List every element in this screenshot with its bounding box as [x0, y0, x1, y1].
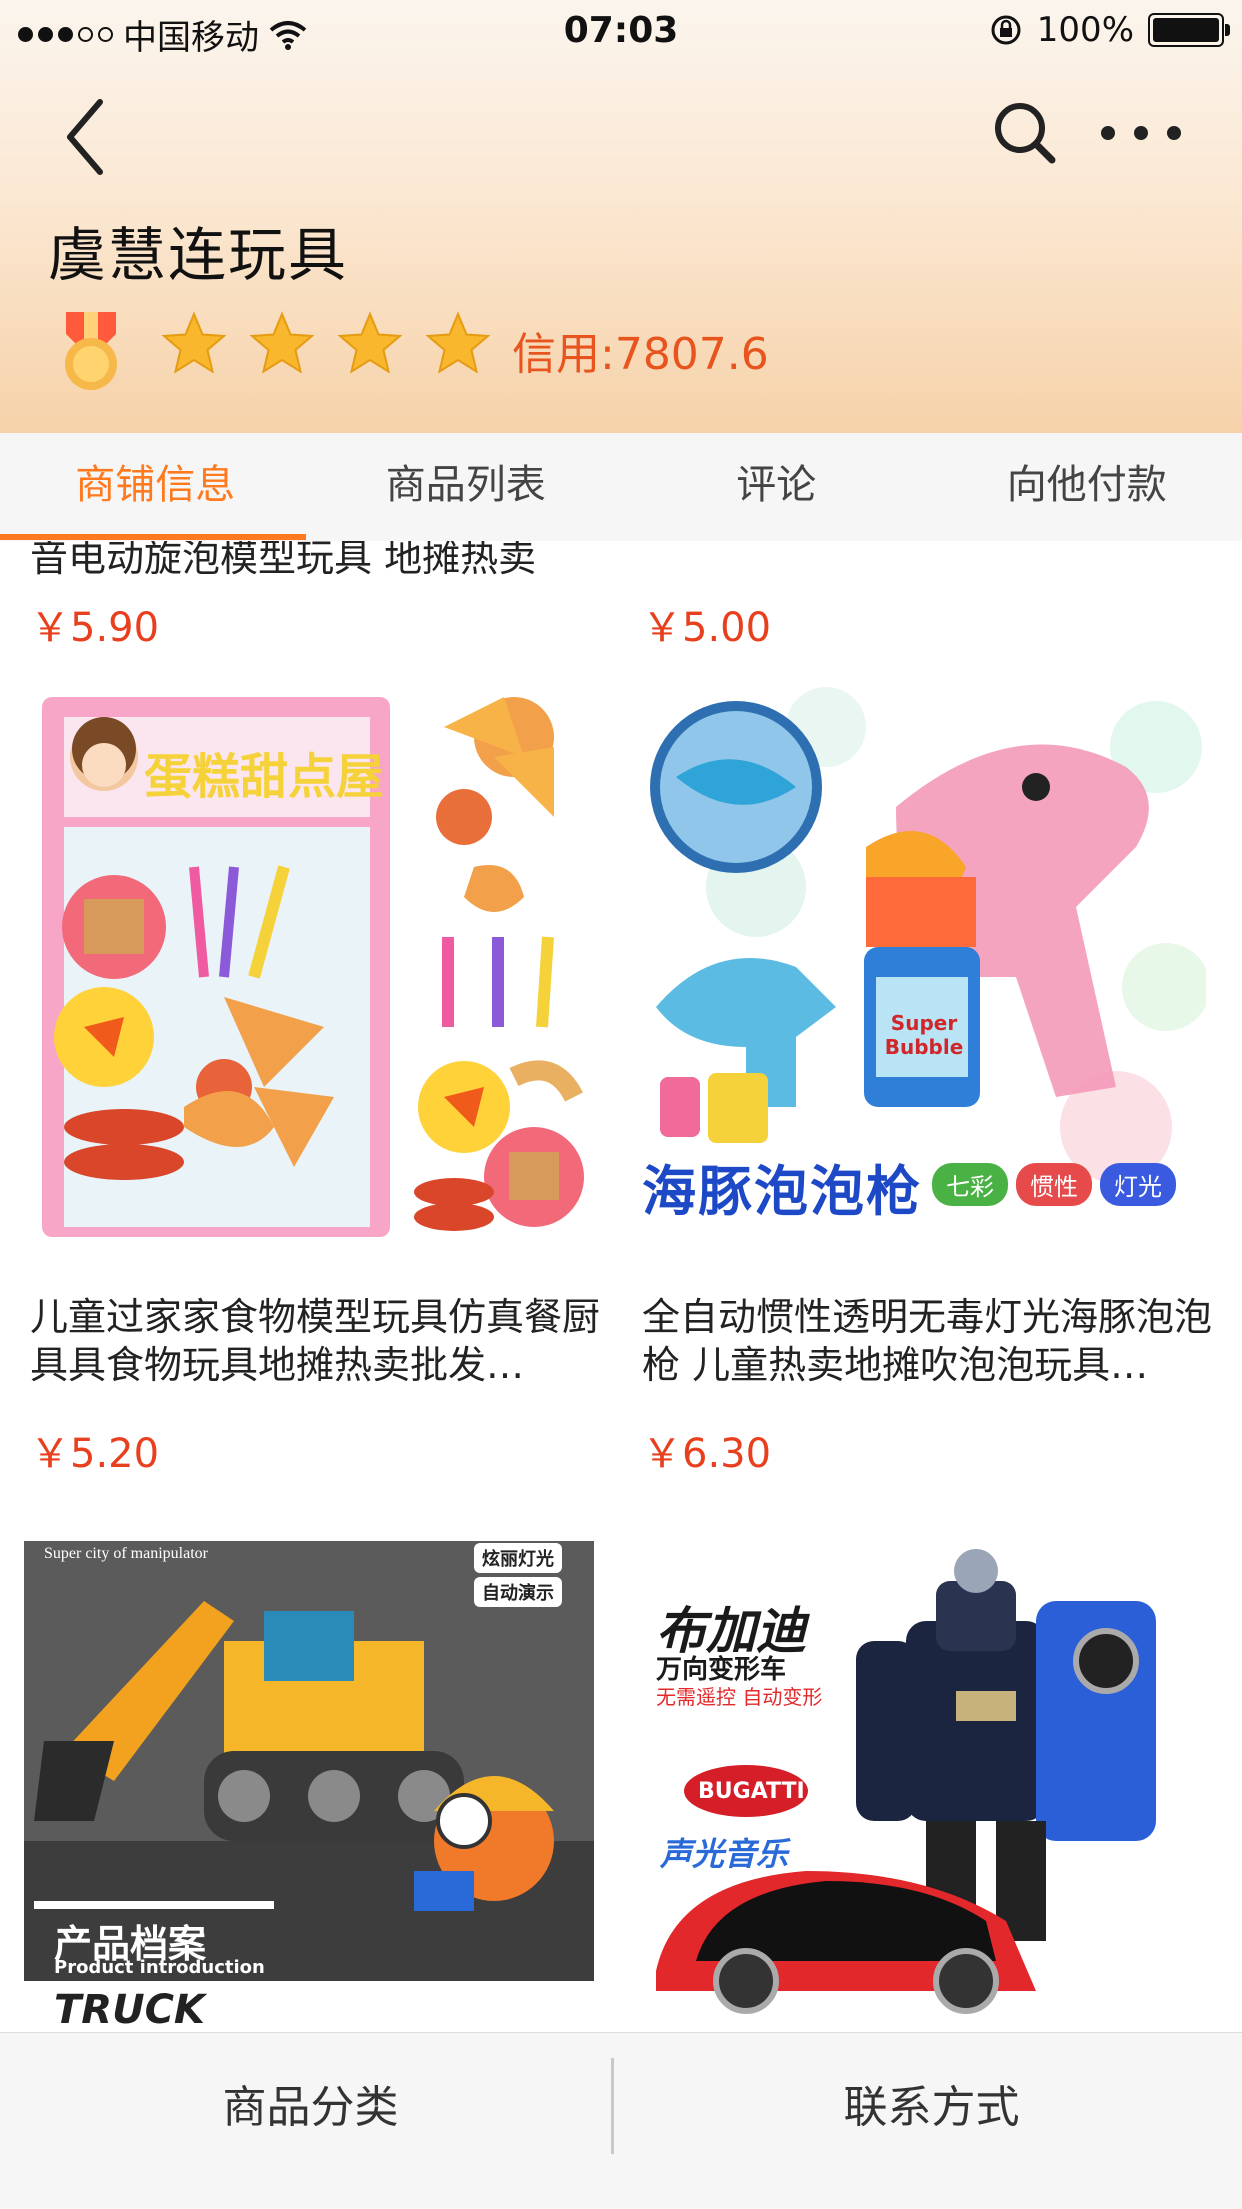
- tab-reviews[interactable]: 评论: [621, 433, 932, 541]
- product-price: ￥6.30: [642, 1421, 771, 1479]
- status-right: 100%: [989, 10, 1224, 50]
- product-price: ￥5.20: [30, 1421, 159, 1479]
- tab-shop-info[interactable]: 商铺信息: [0, 433, 311, 541]
- contact-info-button[interactable]: 联系方式: [621, 2033, 1242, 2209]
- bubble-gun-image-caption: 海豚泡泡枪: [642, 1147, 922, 1226]
- credit-score: 信用:7807.6: [512, 318, 769, 382]
- car-image-footer: 声光音乐: [660, 1829, 788, 1875]
- product-title[interactable]: 儿童过家家食物模型玩具仿真餐厨具具食物玩具地摊热卖批发…: [30, 1293, 600, 1389]
- status-bar: 中国移动 07:03 100%: [0, 0, 1242, 62]
- image-badge: 七彩: [932, 1163, 1008, 1206]
- search-icon[interactable]: [990, 98, 1060, 168]
- image-badge: 惯性: [1016, 1163, 1092, 1206]
- rotation-lock-icon: [989, 13, 1023, 47]
- bottom-bar-divider: [611, 2058, 614, 2154]
- star-icon: [248, 310, 316, 378]
- food-toy-image-caption: 蛋糕甜点屋: [144, 737, 384, 807]
- bubble-bottle-label: Super Bubble: [884, 1011, 964, 1059]
- rating-stars: [160, 310, 492, 378]
- product-price: ￥5.00: [642, 595, 771, 653]
- shop-header: 中国移动 07:03 100%: [0, 0, 1242, 433]
- back-arrow-icon[interactable]: [58, 92, 118, 182]
- active-tab-indicator: [0, 534, 306, 540]
- product-image-food-toys[interactable]: 蛋糕甜点屋: [24, 687, 594, 1257]
- battery-percent: 100%: [1037, 10, 1134, 50]
- truck-logo: TRUCK: [54, 1987, 205, 2032]
- shop-name: 虞慧连玩具: [48, 208, 348, 292]
- product-grid: 音电动旋泡模型玩具 地摊热卖 ￥5.90 ￥5.00: [0, 541, 1242, 2032]
- bottom-bar: 商品分类 联系方式: [0, 2032, 1242, 2209]
- star-icon: [160, 310, 228, 378]
- car-image-tagline: 无需遥控 自动变形: [656, 1681, 822, 1710]
- product-categories-button[interactable]: 商品分类: [0, 2033, 621, 2209]
- tab-pay[interactable]: 向他付款: [932, 433, 1242, 541]
- image-badge: 炫丽灯光: [474, 1543, 562, 1573]
- medal-icon: [56, 312, 126, 394]
- star-icon: [424, 310, 492, 378]
- image-badge: 自动演示: [474, 1577, 562, 1607]
- product-image-excavator[interactable]: Super city of manipulator 炫丽灯光 自动演示 产品档案…: [24, 1541, 594, 2032]
- product-title[interactable]: 全自动惯性透明无毒灯光海豚泡泡枪 儿童热卖地摊吹泡泡玩具…: [642, 1293, 1212, 1389]
- bugatti-logo: BUGATTI: [698, 1779, 805, 1804]
- star-icon: [336, 310, 404, 378]
- excavator-image-subcaption: Product introduction: [54, 1957, 265, 1978]
- product-image-bubble-gun[interactable]: Super Bubble 海豚泡泡枪 七彩 惯性 灯光: [636, 687, 1206, 1257]
- excavator-image-top-caption: Super city of manipulator: [44, 1545, 208, 1563]
- product-price: ￥5.90: [30, 595, 159, 653]
- more-options-icon[interactable]: [1096, 108, 1186, 158]
- tab-product-list[interactable]: 商品列表: [311, 433, 622, 541]
- tab-bar: 商铺信息 商品列表 评论 向他付款: [0, 433, 1242, 542]
- product-title-cutoff[interactable]: 音电动旋泡模型玩具 地摊热卖: [30, 541, 536, 582]
- product-image-transforming-car[interactable]: 布加迪 万向变形车 无需遥控 自动变形 BUGATTI 声光音乐: [636, 1541, 1206, 2032]
- excavator-badges: 炫丽灯光 自动演示: [474, 1543, 562, 1607]
- bubble-gun-badges: 七彩 惯性 灯光: [932, 1163, 1176, 1206]
- battery-icon: [1148, 13, 1224, 47]
- image-badge: 灯光: [1100, 1163, 1176, 1206]
